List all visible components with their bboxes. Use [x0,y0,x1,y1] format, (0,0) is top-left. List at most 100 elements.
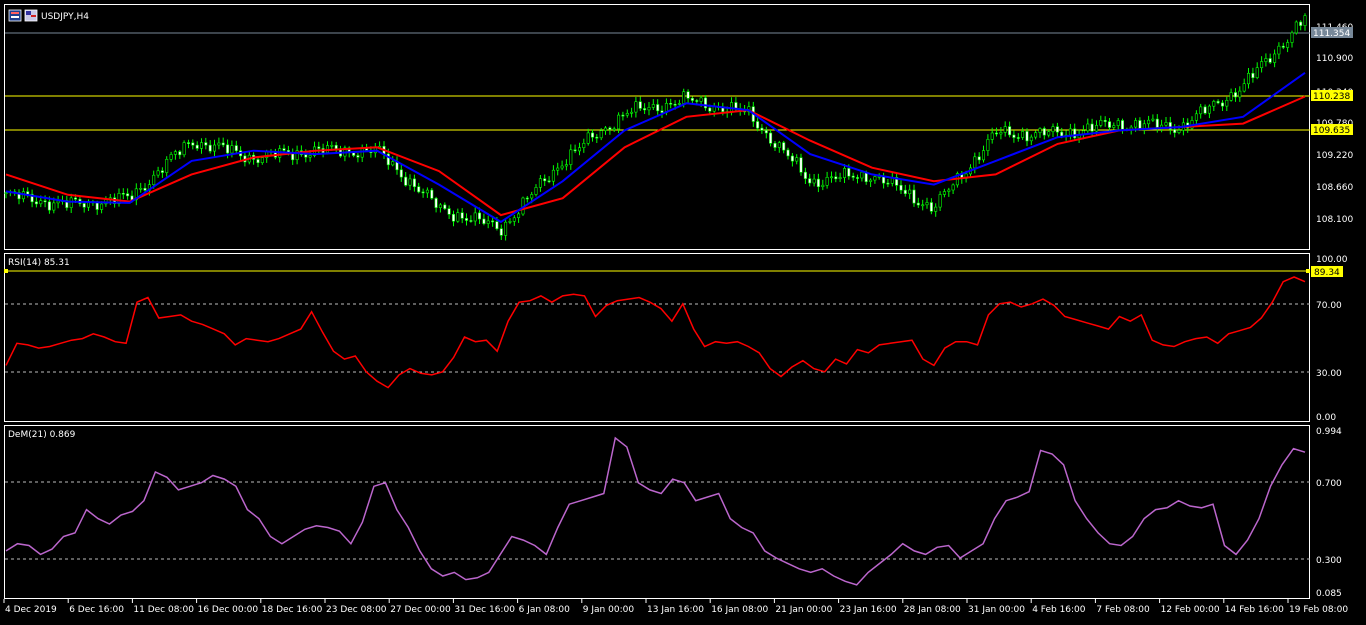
candle-body [938,194,942,208]
time-label: 16 Jan 08:00 [711,605,768,615]
candle-body [1108,121,1112,128]
candle-body [152,174,156,185]
candle-body [491,220,495,223]
candle-body [1212,101,1216,107]
candle-body [1068,128,1072,136]
candle-body [1229,92,1233,101]
candle-body [1008,126,1012,136]
rsi-level-handle-left[interactable] [4,269,8,273]
slow-moving-average-line [5,95,1306,217]
candle-body [799,157,803,173]
dem-tick: 0.994 [1316,427,1342,437]
candle-body [1051,126,1055,132]
candle-body [855,177,859,179]
dem-tick: 0.700 [1316,479,1342,489]
candle-body [942,191,946,195]
candle-body [1121,120,1125,130]
candle-body [226,144,230,154]
candle-body [334,145,338,150]
candle-body [1151,118,1155,121]
candle-body [595,136,599,139]
time-label: 16 Dec 00:00 [198,605,259,615]
candle-body [821,184,825,187]
candle-body [699,97,703,102]
candle-body [499,228,503,236]
candle-body [656,104,660,112]
candle-body [191,142,195,146]
candle-body [560,165,564,169]
candle-body [1038,128,1042,133]
candle-body [482,218,486,224]
candle-body [916,202,920,206]
demarker-line [5,436,1306,586]
candle-body [182,142,186,156]
candle-body [208,144,212,152]
rsi-tick: 100.00 [1316,255,1348,265]
candle-body [308,155,312,158]
candle-body [1099,120,1103,126]
candle-body [1221,102,1225,107]
candle-body [573,149,577,152]
chart-canvas[interactable]: USDJPY,H4 111.460 110.900 110.340 109.78… [0,0,1366,621]
candle-body [638,101,642,109]
candle-body [47,201,51,211]
candle-body [777,142,781,148]
candle-body [673,104,677,106]
candle-body [504,221,508,236]
candle-body [1234,92,1238,98]
candle-body [69,197,73,208]
candle-body [256,159,260,164]
candle-body [1090,123,1094,132]
candle-body [1138,120,1142,130]
candle-body [425,189,429,194]
candle-body [512,217,516,222]
svg-text:110.238: 110.238 [1313,92,1350,102]
candle-body [56,200,60,204]
candle-body [126,193,130,197]
candle-body [825,177,829,186]
price-tick: 108.660 [1316,183,1353,193]
candle-body [195,144,199,149]
candle-body [903,189,907,194]
candle-body [178,151,182,156]
rsi-level-badge: 89.34 [1311,266,1343,278]
candle-body [1042,128,1046,136]
candle-body [1294,21,1298,34]
candle-body [847,168,851,177]
candle-body [43,200,47,203]
candle-body [399,169,403,178]
candles-layer [4,13,1307,241]
candle-body [438,204,442,208]
candle-body [1016,137,1020,139]
candle-body [460,212,464,219]
candle-body [1207,105,1211,114]
candle-body [1281,45,1285,48]
candle-body [95,202,99,210]
candle-body [230,145,234,154]
candle-body [1034,132,1038,138]
candle-body [451,214,455,222]
candle-body [625,113,629,116]
candle-body [421,191,425,194]
chart-window[interactable]: USDJPY,H4 111.460 110.900 110.340 109.78… [0,0,1366,621]
candle-body [660,110,664,113]
candle-body [1264,58,1268,62]
candle-body [860,171,864,179]
candle-body [1047,131,1051,136]
rsi-level-handle-right[interactable] [1306,269,1310,273]
time-label: 18 Dec 16:00 [262,605,323,615]
candle-body [886,182,890,185]
candle-body [808,178,812,184]
candle-body [869,179,873,182]
candle-body [352,152,356,156]
candle-body [412,178,416,187]
candle-body [925,202,929,206]
candle-body [530,194,534,199]
candle-body [556,167,560,171]
candle-body [686,91,690,99]
current-price-badge: 111.354 [1311,27,1353,39]
candle-body [213,144,217,152]
candle-body [1086,123,1090,132]
candle-body [1203,106,1207,114]
candle-body [651,104,655,108]
